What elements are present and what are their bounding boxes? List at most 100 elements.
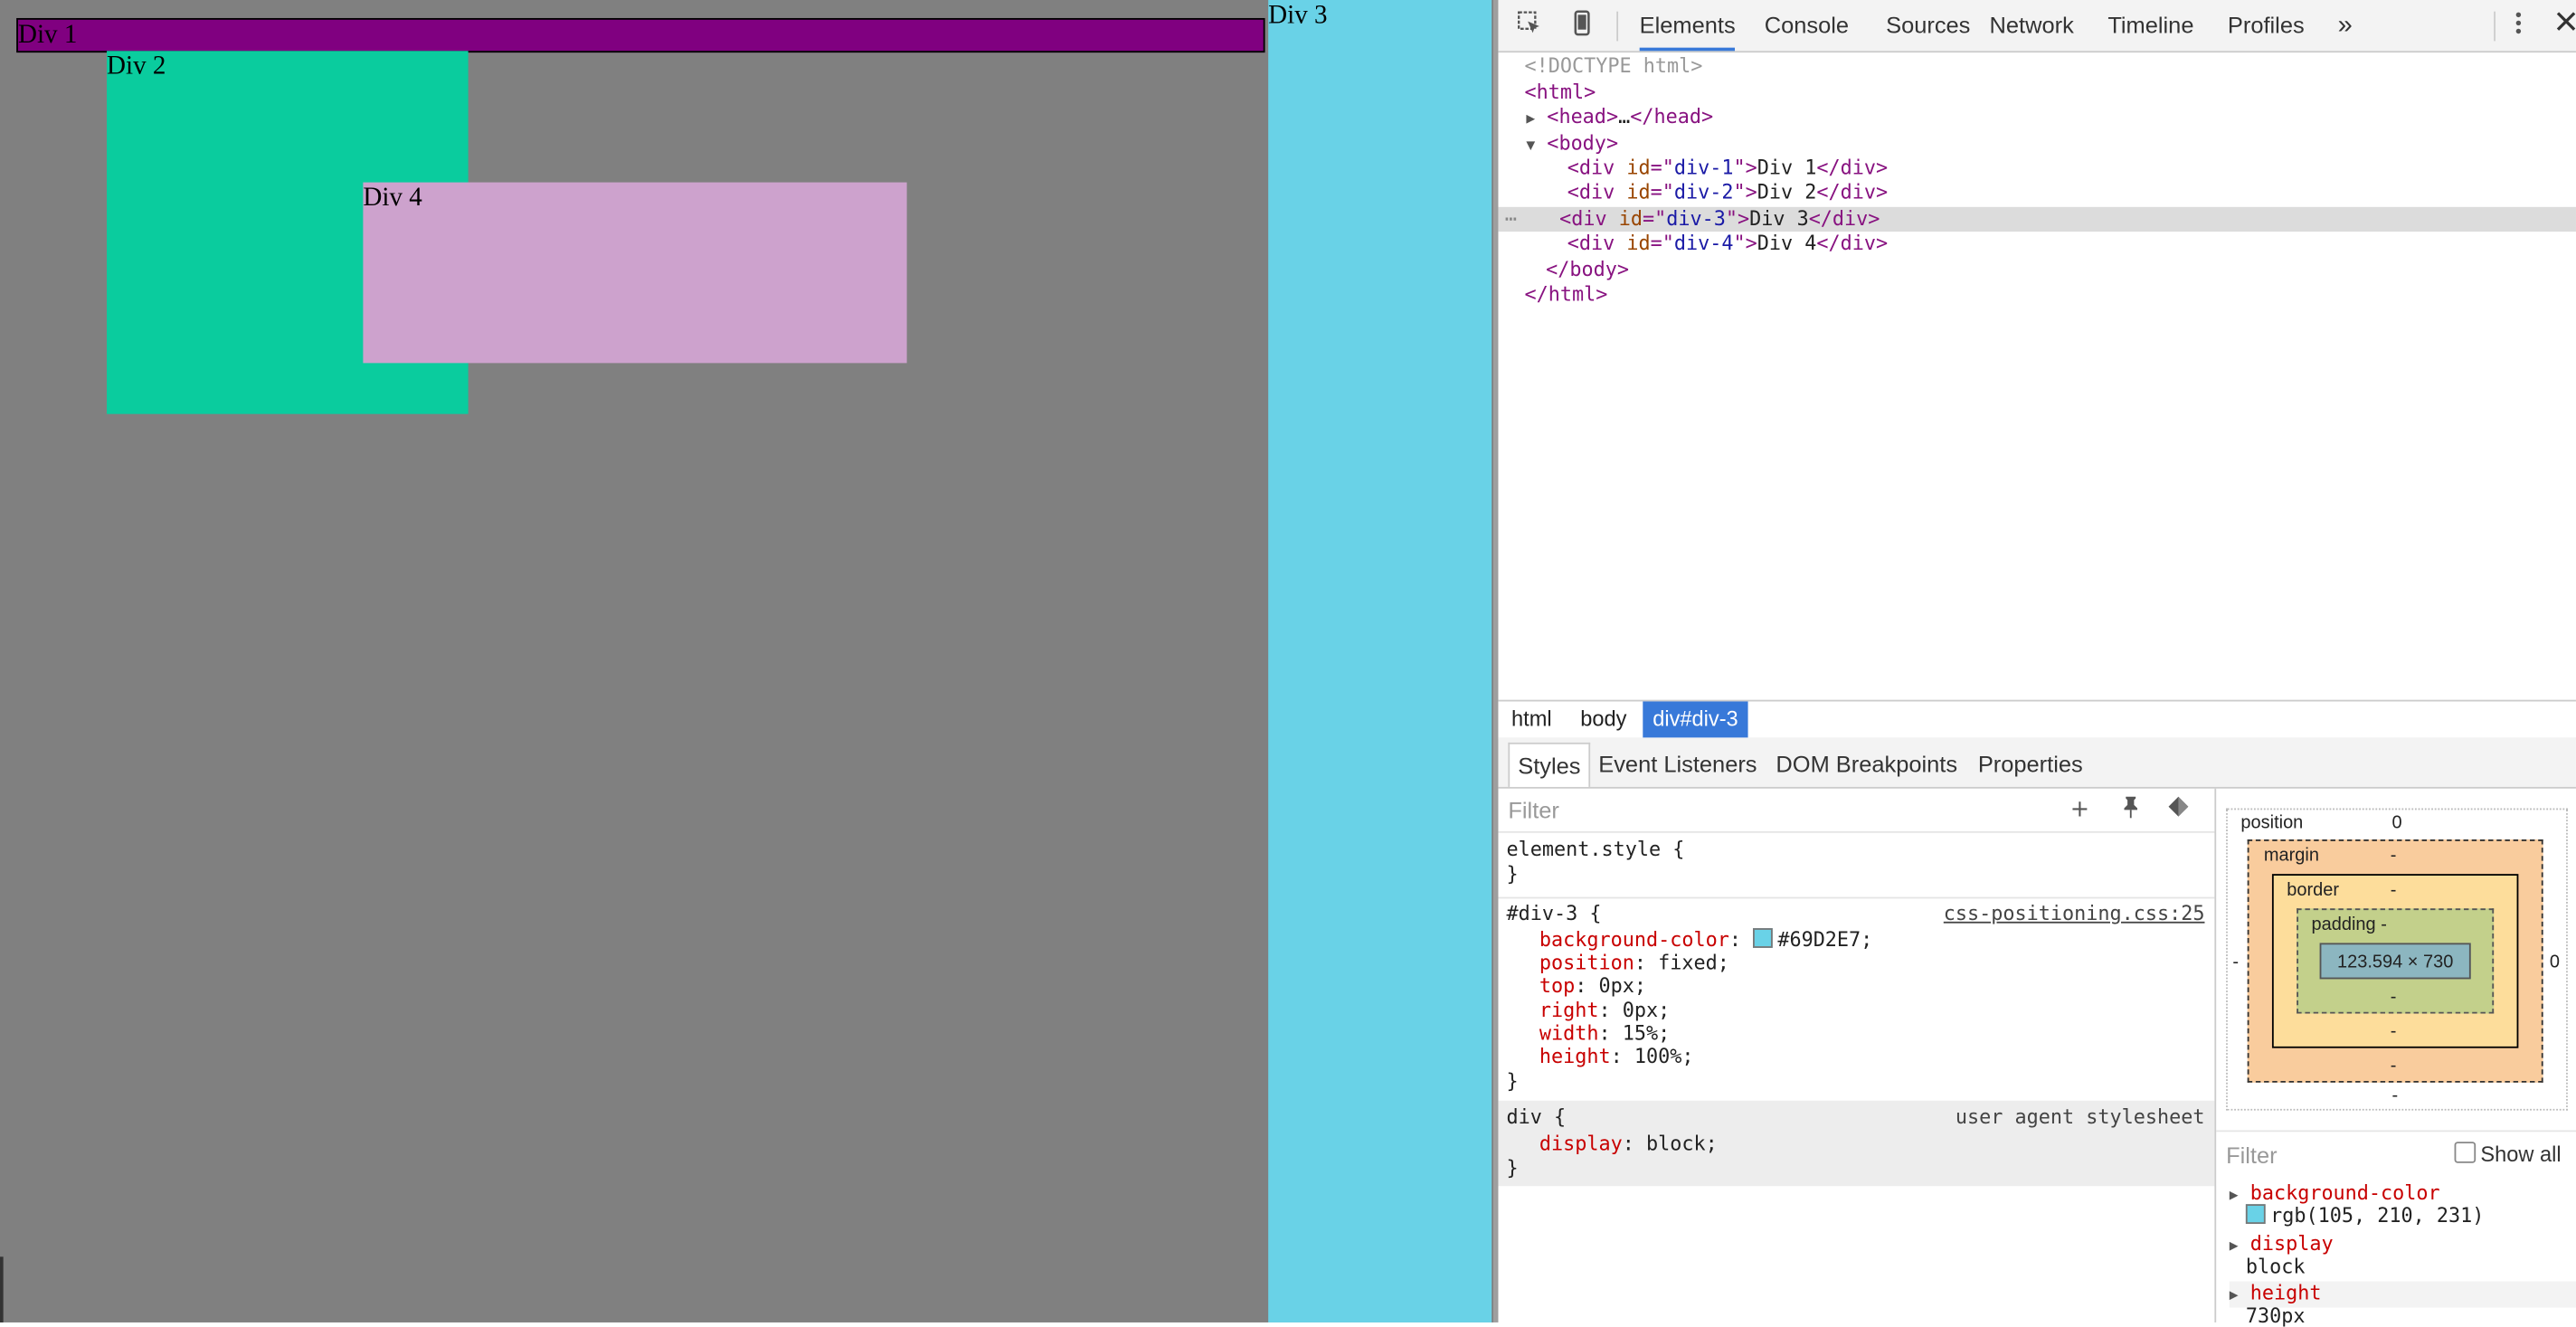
expand-triangle-icon[interactable]: ▶	[2230, 1238, 2239, 1255]
expand-triangle-icon[interactable]: ▶	[2230, 1188, 2239, 1204]
style-property[interactable]: position: fixed;	[1539, 952, 1729, 974]
expand-triangle-icon[interactable]: ▶	[2230, 1288, 2239, 1304]
content-box[interactable]: 123.594 × 730	[2319, 943, 2471, 980]
tab-console[interactable]: Console	[1765, 0, 1849, 51]
expand-triangle-icon[interactable]: ▶	[1498, 111, 1535, 128]
rule-selector[interactable]: #div-3 {	[1507, 902, 1602, 924]
doctype-text: <!DOCTYPE html>	[1524, 53, 1703, 78]
page-viewport: Div 1 Div 2 Div 4 Div 3	[0, 0, 1494, 1322]
close-icon[interactable]	[2552, 10, 2576, 40]
computed-property-value: rgb(105, 210, 231)	[2270, 1204, 2485, 1227]
position-left-value: -	[2232, 953, 2240, 973]
breadcrumb-html[interactable]: html	[1501, 701, 1561, 737]
property-value: 15%;	[1622, 1021, 1671, 1046]
tab-event-listeners[interactable]: Event Listeners	[1590, 743, 1765, 785]
rule-close-brace: }	[1506, 862, 1519, 886]
ellipsis-menu-icon[interactable]: ⋯	[1498, 207, 1517, 230]
dom-head-line[interactable]: ▶ <head>…</head>	[1498, 105, 2575, 129]
device-mode-icon[interactable]	[1567, 10, 1597, 40]
dom-div-line[interactable]: <div id="div-4">Div 4</div>	[1498, 232, 2575, 256]
property-name: width	[1539, 1021, 1599, 1046]
position-bottom-value: -	[2391, 1085, 2399, 1106]
styles-filter-input[interactable]: Filter	[1508, 797, 1559, 823]
div-3-box: Div 3	[1268, 0, 1492, 1322]
padding-box[interactable]: padding - - 123.594 × 730	[2297, 908, 2495, 1014]
inspect-element-icon[interactable]	[1515, 10, 1545, 40]
dom-div-line[interactable]: <div id="div-1">Div 1</div>	[1498, 156, 2575, 181]
toolbar-separator	[1616, 11, 1619, 42]
style-property[interactable]: background-color: #69D2E7;	[1539, 928, 1872, 952]
tab-sources[interactable]: Sources	[1886, 0, 1970, 51]
computed-filter-bar: Filter Show all	[2216, 1130, 2576, 1174]
tab-network[interactable]: Network	[1990, 0, 2074, 51]
tab-timeline[interactable]: Timeline	[2107, 0, 2193, 51]
style-property[interactable]: width: 15%;	[1539, 1022, 1670, 1045]
collapse-triangle-icon[interactable]: ▼	[1498, 138, 1535, 155]
new-rule-icon[interactable]: +	[2065, 795, 2095, 825]
breadcrumb: html body div#div-3	[1498, 699, 2576, 740]
computed-property-value: block	[2245, 1255, 2306, 1278]
element-style-selector[interactable]: element.style {	[1507, 838, 1685, 860]
dom-div-line-selected[interactable]: ⋯ <div id="div-3">Div 3</div>	[1498, 206, 2576, 232]
computed-property-name: background-color	[2249, 1180, 2440, 1205]
toolbar-separator	[2494, 11, 2496, 42]
head-tag: head	[1558, 105, 1606, 128]
margin-label: margin	[2263, 846, 2319, 867]
computed-filter-input[interactable]: Filter	[2226, 1142, 2278, 1168]
show-all-checkbox[interactable]: Show all	[2454, 1142, 2562, 1166]
color-swatch[interactable]	[1753, 928, 1773, 948]
breadcrumb-div-3[interactable]: div#div-3	[1643, 701, 1748, 738]
computed-value: block	[2246, 1256, 2306, 1278]
breadcrumb-body[interactable]: body	[1570, 701, 1636, 737]
div-text: Div 3	[1749, 206, 1809, 231]
margin-box[interactable]: margin - - border - - padding - - 123.59…	[2247, 839, 2543, 1083]
margin-top-value: -	[2390, 846, 2397, 867]
devtools-toolbar: Elements Console Sources Network Timelin…	[1498, 0, 2576, 53]
dom-body-line[interactable]: ▼ <body>	[1498, 131, 2575, 156]
pin-icon[interactable]	[2116, 795, 2145, 825]
div-id-value: div-2	[1673, 180, 1734, 204]
tab-styles[interactable]: Styles	[1508, 742, 1591, 787]
property-name: right	[1539, 999, 1599, 1022]
div-text: Div 1	[1757, 156, 1817, 179]
div-1-label: Div 1	[17, 21, 78, 50]
div-id-value: div-3	[1666, 206, 1726, 231]
div-4-box: Div 4	[363, 182, 907, 364]
style-property[interactable]: height: 100%;	[1539, 1045, 1694, 1067]
element-state-icon[interactable]	[2164, 795, 2193, 825]
dom-html-close-line[interactable]: </html>	[1498, 282, 2575, 307]
div-3-rule: #div-3 { css-positioning.css:25 backgrou…	[1498, 896, 2215, 1103]
tab-elements[interactable]: Elements	[1639, 0, 1736, 52]
tab-dom-breakpoints[interactable]: DOM Breakpoints	[1767, 743, 1965, 785]
property-value: 0px;	[1598, 973, 1647, 998]
style-property[interactable]: right: 0px;	[1539, 999, 1670, 1021]
border-bottom-value: -	[2390, 1021, 2397, 1042]
div-id-value: div-4	[1673, 232, 1734, 255]
dom-doctype-line[interactable]: <!DOCTYPE html>	[1498, 54, 2575, 79]
computed-property-name: display	[2249, 1232, 2334, 1256]
dom-tree: <!DOCTYPE html> <html> ▶ <head>…</head> …	[1498, 52, 2576, 700]
checkbox-icon[interactable]	[2454, 1142, 2476, 1163]
rule-source-link[interactable]: css-positioning.css:25	[1944, 902, 2205, 924]
color-swatch[interactable]	[2245, 1204, 2266, 1224]
computed-value: 730px	[2246, 1304, 2306, 1327]
tab-properties[interactable]: Properties	[1970, 743, 2091, 785]
property-name: top	[1539, 973, 1576, 998]
div-2-label: Div 2	[107, 52, 166, 81]
computed-property-name: height	[2249, 1281, 2322, 1304]
property-value: block;	[1645, 1132, 1718, 1155]
dom-div-line[interactable]: <div id="div-2">Div 2</div>	[1498, 181, 2575, 205]
property-name: background-color	[1539, 928, 1729, 952]
computed-value: rgb(105, 210, 231)	[2245, 1204, 2485, 1227]
tab-profiles[interactable]: Profiles	[2228, 0, 2305, 51]
border-box[interactable]: border - - padding - - 123.594 × 730	[2271, 874, 2519, 1048]
kebab-menu-icon[interactable]	[2504, 10, 2533, 40]
padding-bottom-value: -	[2390, 987, 2397, 1008]
property-value: 0px;	[1622, 999, 1671, 1022]
dom-body-close-line[interactable]: </body>	[1498, 258, 2575, 282]
style-property[interactable]: top: 0px;	[1539, 974, 1646, 997]
dom-html-line[interactable]: <html>	[1498, 81, 2575, 105]
border-label: border	[2287, 880, 2340, 901]
element-style-rule: element.style { }	[1498, 835, 2214, 891]
more-tabs-icon[interactable]: »	[2338, 0, 2353, 51]
